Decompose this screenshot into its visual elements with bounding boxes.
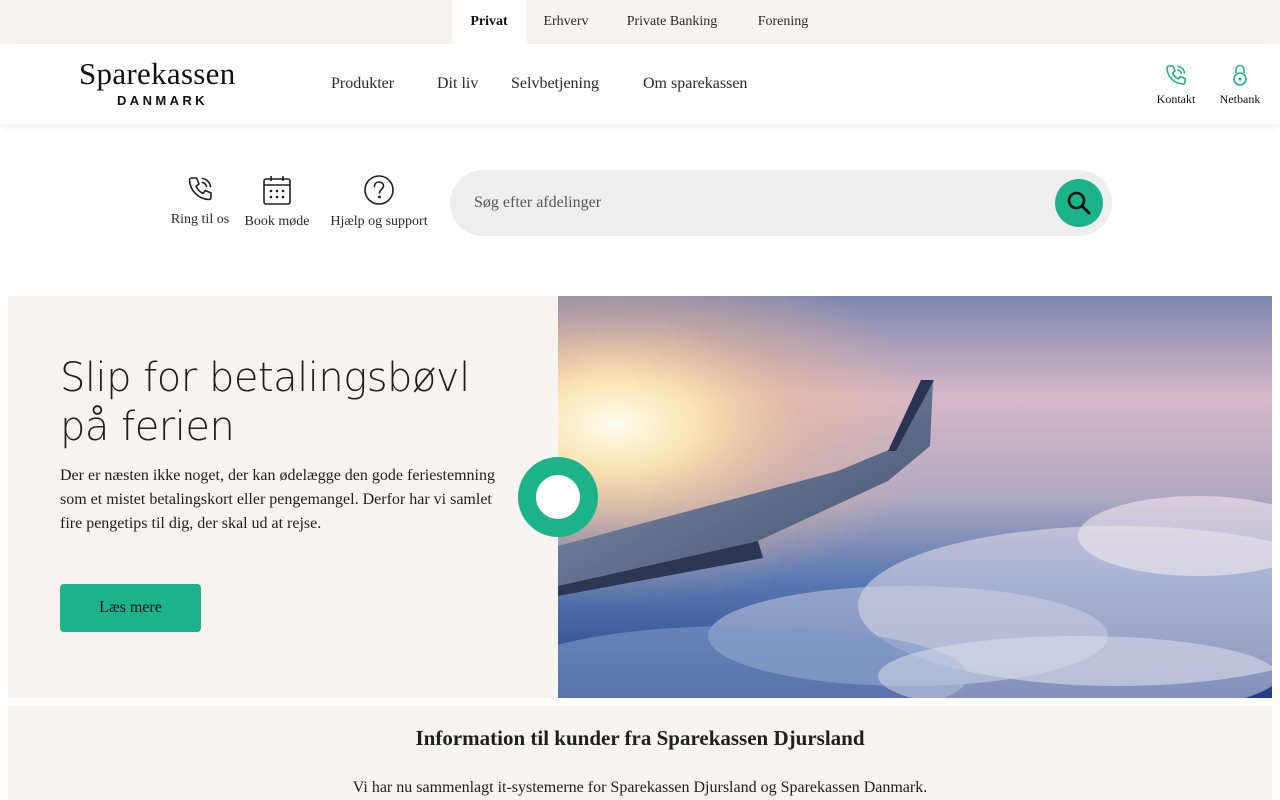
- decorative-ring: [518, 457, 598, 537]
- tab-private-banking[interactable]: Private Banking: [612, 0, 732, 44]
- nav-dit-liv[interactable]: Dit liv: [437, 44, 478, 124]
- help-support-label: Hjælp og support: [330, 214, 428, 229]
- logo-line2: DANMARK: [117, 93, 208, 108]
- main-header: Sparekassen DANMARK Produkter Dit liv Se…: [0, 44, 1280, 124]
- hero-image-airplane-wing: [558, 296, 1272, 698]
- read-more-button[interactable]: Læs mere: [60, 584, 201, 632]
- contact-label: Kontakt: [1156, 92, 1196, 106]
- info-section: Information til kunder fra Sparekassen D…: [8, 706, 1272, 800]
- phone-icon: [1166, 65, 1186, 85]
- nav-produkter[interactable]: Produkter: [331, 44, 394, 124]
- search-icon: [1067, 191, 1091, 215]
- phone-icon: [188, 177, 212, 201]
- search-button[interactable]: [1055, 179, 1103, 227]
- search-input[interactable]: [474, 188, 1034, 218]
- segment-bar: Privat Erhverv Private Banking Forening: [0, 0, 1280, 44]
- logo-line1: Sparekassen: [79, 56, 236, 91]
- hero-banner: Slip for betalingsbøvl på ferien Der er …: [8, 296, 1272, 698]
- nav-om-sparekassen[interactable]: Om sparekassen: [643, 44, 747, 124]
- contact-button[interactable]: Kontakt: [1141, 62, 1211, 107]
- info-text: Vi har nu sammenlagt it-systemerne for S…: [352, 779, 928, 796]
- branch-search: [450, 170, 1112, 236]
- hero-text: Der er næsten ikke noget, der kan ødelæg…: [60, 467, 495, 532]
- book-meeting-label: Book møde: [244, 214, 310, 229]
- info-title: Information til kunder fra Sparekassen D…: [415, 726, 865, 750]
- question-icon: [364, 175, 394, 205]
- call-us-label: Ring til os: [170, 212, 230, 227]
- lock-icon: [1233, 64, 1247, 86]
- help-support-button[interactable]: Hjælp og support: [322, 174, 436, 230]
- tab-erhverv[interactable]: Erhverv: [530, 0, 602, 44]
- netbank-label: Netbank: [1219, 92, 1261, 106]
- tab-privat[interactable]: Privat: [452, 0, 526, 44]
- hero-title: Slip for betalingsbøvl på ferien: [60, 355, 470, 450]
- book-meeting-button[interactable]: Book møde: [239, 174, 315, 230]
- calendar-icon: [263, 176, 291, 205]
- tab-forening[interactable]: Forening: [744, 0, 822, 44]
- nav-selvbetjening[interactable]: Selvbetjening: [511, 44, 599, 124]
- netbank-button[interactable]: Netbank: [1205, 62, 1275, 107]
- call-us-button[interactable]: Ring til os: [166, 174, 234, 228]
- logo[interactable]: Sparekassen DANMARK: [79, 56, 265, 112]
